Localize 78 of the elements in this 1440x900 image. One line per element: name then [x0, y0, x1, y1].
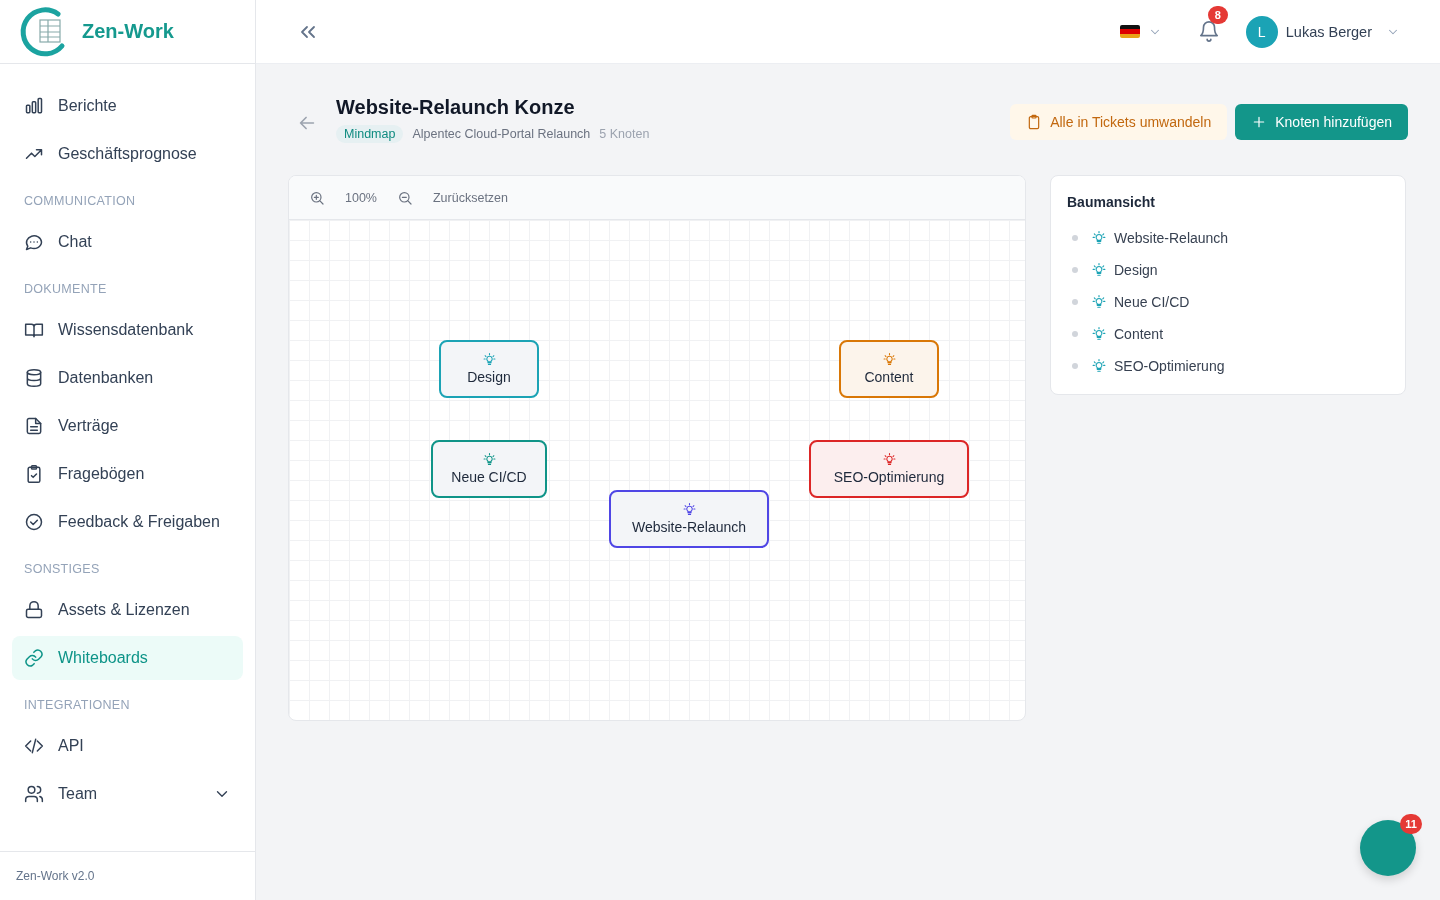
zoom-out-icon — [397, 189, 413, 206]
tree-item[interactable]: Content — [1114, 326, 1164, 342]
reset-button[interactable]: Zurücksetzen — [433, 190, 508, 205]
bullet-icon — [1072, 299, 1078, 305]
project-name: Alpentec Cloud-Portal Relaunch — [412, 127, 591, 141]
node-count: 5 Knoten — [599, 127, 650, 141]
document-icon — [24, 416, 44, 436]
sidebar-item[interactable]: Verträge — [12, 404, 243, 448]
section-heading: INTEGRATIONEN — [23, 697, 131, 714]
lightbulb-icon — [1092, 359, 1106, 373]
node-label: SEO-Optimierung — [833, 469, 945, 485]
database-icon — [24, 368, 44, 388]
lock-icon — [24, 600, 44, 620]
sidebar-item[interactable]: Datenbanken — [12, 356, 243, 400]
zoom-in-icon — [309, 189, 325, 206]
notification-badge: 8 — [1207, 5, 1228, 24]
section-heading: DOKUMENTE — [23, 281, 108, 298]
zoom-in-button[interactable] — [309, 189, 325, 206]
sidebar-item[interactable]: Geschäftsprognose — [12, 132, 243, 176]
lightbulb-icon — [482, 453, 496, 466]
lightbulb-icon — [1092, 231, 1106, 245]
sidebar-item[interactable]: Whiteboards — [12, 636, 243, 680]
zoom-out-button[interactable] — [397, 189, 413, 206]
code-icon — [24, 736, 44, 756]
sidebar-item[interactable]: Wissensdatenbank — [12, 308, 243, 352]
node-label: Design — [467, 369, 511, 385]
chat-fab-button[interactable] — [1360, 820, 1416, 876]
tree-item[interactable]: Website-Relaunch — [1114, 230, 1229, 246]
sidebar-item[interactable]: Team — [12, 772, 243, 816]
lightbulb-icon — [882, 353, 896, 366]
sidebar-item[interactable]: Assets & Lizenzen — [12, 588, 243, 632]
bullet-icon — [1072, 331, 1078, 337]
bullet-icon — [1072, 267, 1078, 273]
section-heading: SONSTIGES — [23, 561, 101, 578]
mindmap-node[interactable]: Content — [839, 340, 939, 398]
brand-name: Zen-Work — [82, 20, 174, 43]
add-node-button[interactable]: Knoten hinzufügen — [1235, 104, 1408, 140]
lightbulb-icon — [682, 503, 696, 516]
mindmap-node[interactable]: Design — [439, 340, 539, 398]
node-label: Website-Relaunch — [631, 519, 747, 535]
lightbulb-icon — [1092, 263, 1106, 277]
link-icon — [24, 648, 44, 668]
type-tag: Mindmap — [336, 125, 404, 143]
count-badge: 11 — [1400, 814, 1422, 834]
panel-title: Baumansicht — [1067, 194, 1156, 210]
tree-item[interactable]: Design — [1114, 262, 1158, 278]
mindmap-node[interactable]: SEO-Optimierung — [809, 440, 969, 498]
users-icon — [24, 784, 44, 804]
lightbulb-icon — [882, 453, 896, 466]
zoom-level: 100% — [345, 190, 377, 205]
mindmap-node[interactable]: Neue CI/CD — [431, 440, 547, 498]
sidebar-item[interactable]: Chat — [12, 220, 243, 264]
bullet-icon — [1072, 235, 1078, 241]
lightbulb-icon — [1092, 295, 1106, 309]
user-name[interactable]: Lukas Berger — [1285, 23, 1372, 40]
sidebar-item[interactable]: Fragebögen — [12, 452, 243, 496]
bell-icon — [1197, 19, 1220, 42]
section-heading: COMMUNICATION — [23, 193, 137, 210]
page-title: Website-Relaunch Konze — [336, 96, 576, 119]
check-circle-icon — [24, 512, 44, 532]
node-label: Neue CI/CD — [451, 469, 527, 485]
sidebar-item[interactable]: Feedback & Freigaben — [12, 500, 243, 544]
chat-icon — [24, 232, 44, 252]
bullet-icon — [1072, 363, 1078, 369]
lightbulb-icon — [482, 353, 496, 366]
convert-button[interactable]: Alle in Tickets umwandeln — [1010, 104, 1228, 140]
clipboard-icon — [24, 464, 44, 484]
tree-item[interactable]: SEO-Optimierung — [1114, 358, 1225, 374]
sidebar-item[interactable]: Berichte — [12, 84, 243, 128]
tree-item[interactable]: Neue CI/CD — [1114, 294, 1190, 310]
flag-icon[interactable] — [1119, 25, 1140, 38]
version-label: Zen-Work v2.0 — [0, 851, 255, 900]
lightbulb-icon — [1092, 327, 1106, 341]
book-icon — [24, 320, 44, 340]
node-label: Content — [864, 369, 914, 385]
bar-chart-icon — [24, 96, 44, 116]
mindmap-node[interactable]: Website-Relaunch — [609, 490, 769, 548]
sidebar-item[interactable]: API — [12, 724, 243, 768]
